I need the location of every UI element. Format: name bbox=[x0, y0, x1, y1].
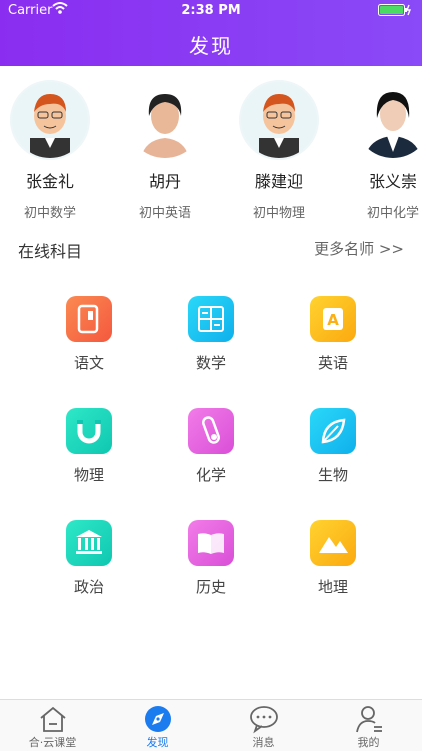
chat-bubble-icon bbox=[249, 706, 278, 734]
status-time: 2:38 PM bbox=[181, 3, 241, 18]
profile-icon bbox=[355, 706, 382, 733]
subject-label: 语文 bbox=[73, 354, 104, 372]
teacher-name: 滕建迎 bbox=[254, 172, 303, 191]
avatar bbox=[125, 80, 205, 160]
section-title: 在线科目 bbox=[18, 242, 83, 261]
avatar bbox=[10, 80, 90, 160]
test-tube-icon bbox=[188, 408, 234, 454]
subject-label: 生物 bbox=[317, 466, 348, 484]
teacher-name: 胡丹 bbox=[148, 172, 181, 191]
tab-label: 消息 bbox=[252, 736, 275, 749]
svg-text:A: A bbox=[327, 311, 339, 329]
subject-chinese[interactable]: 语文 bbox=[29, 296, 149, 396]
teacher-card[interactable]: 滕建迎 初中物理 bbox=[229, 78, 329, 228]
subject-chemistry[interactable]: 化学 bbox=[151, 408, 271, 508]
more-teachers-link[interactable]: 更多名师 >> bbox=[314, 238, 404, 259]
teacher-subject: 初中数学 bbox=[23, 206, 76, 221]
teacher-card[interactable]: 张义崇 初中化学 bbox=[343, 78, 422, 228]
tab-label: 我的 bbox=[357, 736, 380, 749]
subject-label: 历史 bbox=[195, 578, 226, 596]
subject-label: 地理 bbox=[317, 578, 348, 596]
teacher-subject: 初中化学 bbox=[366, 206, 419, 221]
avatar bbox=[239, 80, 319, 160]
teacher-card[interactable]: 胡丹 初中英语 bbox=[115, 78, 215, 228]
subject-history[interactable]: 历史 bbox=[151, 520, 271, 620]
subject-physics[interactable]: 物理 bbox=[29, 408, 149, 508]
subject-label: 政治 bbox=[73, 578, 104, 596]
tab-home[interactable]: 合·云课堂 bbox=[0, 704, 105, 750]
home-icon bbox=[39, 706, 66, 732]
subject-label: 英语 bbox=[317, 354, 348, 372]
subject-label: 化学 bbox=[195, 466, 226, 484]
magnet-icon bbox=[66, 408, 112, 454]
leaf-icon bbox=[310, 408, 356, 454]
mountain-icon bbox=[310, 520, 356, 566]
subject-math[interactable]: 数学 bbox=[151, 296, 271, 396]
teacher-subject: 初中物理 bbox=[252, 206, 305, 221]
teacher-card[interactable]: 张金礼 初中数学 bbox=[0, 78, 100, 228]
math-calculator-icon bbox=[188, 296, 234, 342]
teacher-subject: 初中英语 bbox=[138, 206, 191, 221]
status-bar: Carrier 2:38 PM bbox=[0, 0, 422, 22]
tab-label: 发现 bbox=[146, 736, 169, 749]
government-building-icon bbox=[66, 520, 112, 566]
chinese-book-icon bbox=[66, 296, 112, 342]
tab-profile[interactable]: 我的 bbox=[316, 704, 421, 750]
page-title: 发现 bbox=[189, 34, 233, 58]
nav-header: Carrier 2:38 PM 发现 bbox=[0, 0, 422, 66]
open-book-icon bbox=[188, 520, 234, 566]
subject-biology[interactable]: 生物 bbox=[273, 408, 393, 508]
teacher-name: 张金礼 bbox=[25, 172, 74, 191]
teacher-name: 张义崇 bbox=[368, 172, 417, 191]
tab-label: 合·云课堂 bbox=[28, 736, 77, 749]
tab-bar: 合·云课堂 发现 消息 我的 bbox=[0, 699, 422, 751]
teacher-carousel[interactable]: 张金礼 初中数学 胡丹 初中英语 滕建迎 初中物理 张义崇 初中化学 bbox=[0, 78, 422, 228]
letter-a-icon: A bbox=[310, 296, 356, 342]
subject-politics[interactable]: 政治 bbox=[29, 520, 149, 620]
avatar bbox=[353, 80, 422, 160]
compass-icon bbox=[144, 706, 171, 732]
subject-geography[interactable]: 地理 bbox=[273, 520, 393, 620]
battery-icon bbox=[378, 4, 412, 16]
tab-discover[interactable]: 发现 bbox=[105, 704, 210, 750]
subject-english[interactable]: A 英语 bbox=[273, 296, 393, 396]
subject-label: 物理 bbox=[73, 466, 104, 484]
subject-label: 数学 bbox=[195, 354, 226, 372]
tab-messages[interactable]: 消息 bbox=[211, 704, 316, 750]
